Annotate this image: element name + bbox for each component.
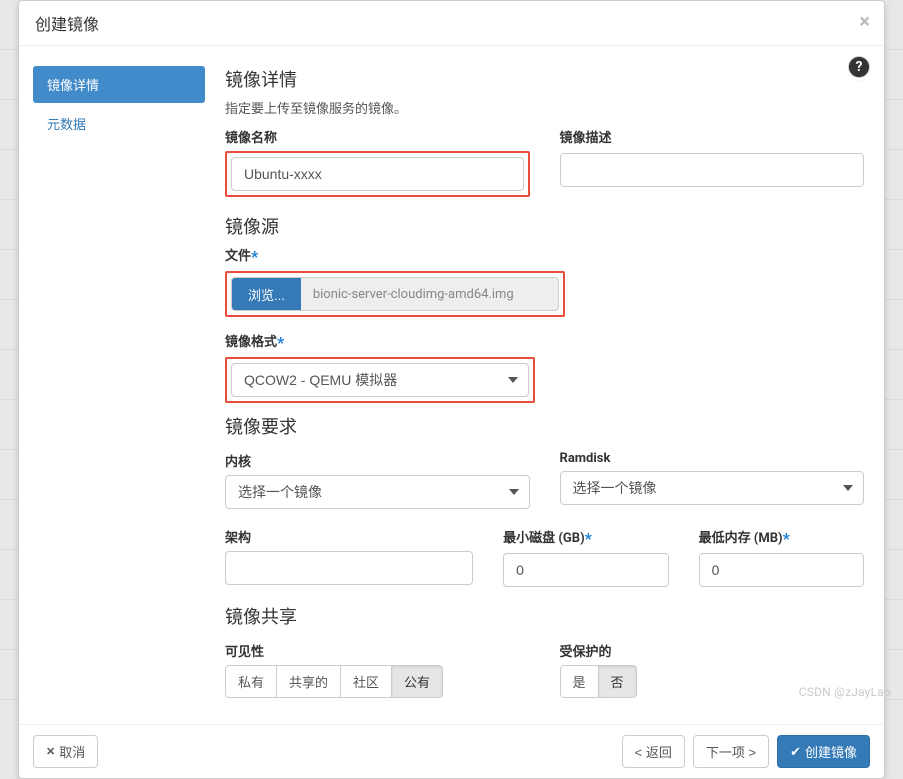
format-select[interactable]: QCOW2 - QEMU 模拟器	[231, 363, 529, 397]
section-title-details: 镜像详情	[225, 66, 864, 92]
label-protected: 受保护的	[560, 641, 865, 660]
next-button[interactable]: 下一项 >	[693, 735, 769, 768]
label-image-desc: 镜像描述	[560, 127, 865, 146]
check-icon: ✔	[790, 744, 801, 760]
x-icon: ✕	[46, 745, 55, 758]
section-desc: 指定要上传至镜像服务的镜像。	[225, 98, 864, 117]
file-name-display: bionic-server-cloudimg-amd64.img	[301, 278, 558, 310]
min-disk-input[interactable]	[503, 553, 668, 587]
label-min-disk: 最小磁盘 (GB)*	[503, 527, 668, 548]
sidebar: 镜像详情 元数据	[19, 46, 219, 724]
visibility-shared[interactable]: 共享的	[276, 665, 341, 698]
modal-title: 创建镜像	[35, 15, 99, 34]
sidebar-item-metadata[interactable]: 元数据	[33, 105, 205, 142]
sidebar-item-label: 元数据	[47, 118, 86, 133]
section-title-requirements: 镜像要求	[225, 413, 864, 439]
cancel-button[interactable]: ✕ 取消	[33, 735, 98, 768]
file-picker: 浏览... bionic-server-cloudimg-amd64.img	[231, 277, 559, 311]
create-image-modal: 创建镜像 × ? 镜像详情 元数据 镜像详情 指定要上传至镜像服务的镜像。 镜像…	[18, 0, 885, 779]
label-kernel: 内核	[225, 451, 530, 470]
label-format: 镜像格式*	[225, 331, 864, 352]
help-icon[interactable]: ?	[848, 56, 870, 78]
kernel-select[interactable]: 选择一个镜像	[225, 475, 530, 509]
label-file: 文件*	[225, 245, 864, 266]
section-title-sharing: 镜像共享	[225, 603, 864, 629]
label-image-name: 镜像名称	[225, 127, 530, 146]
visibility-public[interactable]: 公有	[391, 665, 443, 698]
highlight-format: QCOW2 - QEMU 模拟器	[225, 357, 535, 403]
image-desc-input[interactable]	[560, 153, 865, 187]
modal-footer: ✕ 取消 < 返回 下一项 > ✔ 创建镜像	[19, 724, 884, 778]
sidebar-item-image-details[interactable]: 镜像详情	[33, 66, 205, 103]
min-ram-input[interactable]	[699, 553, 864, 587]
protected-no[interactable]: 否	[598, 665, 637, 698]
protected-yes[interactable]: 是	[560, 665, 599, 698]
protected-group: 是 否	[560, 665, 637, 698]
visibility-community[interactable]: 社区	[340, 665, 392, 698]
modal-header: 创建镜像 ×	[19, 1, 884, 46]
label-visibility: 可见性	[225, 641, 530, 660]
sidebar-item-label: 镜像详情	[47, 79, 99, 94]
image-name-input[interactable]	[231, 157, 524, 191]
label-ramdisk: Ramdisk	[560, 451, 865, 466]
visibility-group: 私有 共享的 社区 公有	[225, 665, 443, 698]
browse-button[interactable]: 浏览...	[232, 278, 301, 310]
modal-body: ? 镜像详情 元数据 镜像详情 指定要上传至镜像服务的镜像。 镜像名称	[19, 46, 884, 724]
highlight-file: 浏览... bionic-server-cloudimg-amd64.img	[225, 271, 565, 317]
back-button[interactable]: < 返回	[622, 735, 685, 768]
visibility-private[interactable]: 私有	[225, 665, 277, 698]
label-arch: 架构	[225, 527, 473, 546]
label-min-ram: 最低内存 (MB)*	[699, 527, 864, 548]
content-area: 镜像详情 指定要上传至镜像服务的镜像。 镜像名称 镜像描述 镜像源 文件*	[219, 46, 884, 724]
section-title-source: 镜像源	[225, 213, 864, 239]
arch-input[interactable]	[225, 551, 473, 585]
create-image-button[interactable]: ✔ 创建镜像	[777, 735, 870, 768]
watermark: CSDN @zJayLao	[799, 685, 891, 699]
ramdisk-select[interactable]: 选择一个镜像	[560, 471, 865, 505]
highlight-image-name	[225, 151, 530, 197]
close-icon[interactable]: ×	[859, 11, 870, 31]
